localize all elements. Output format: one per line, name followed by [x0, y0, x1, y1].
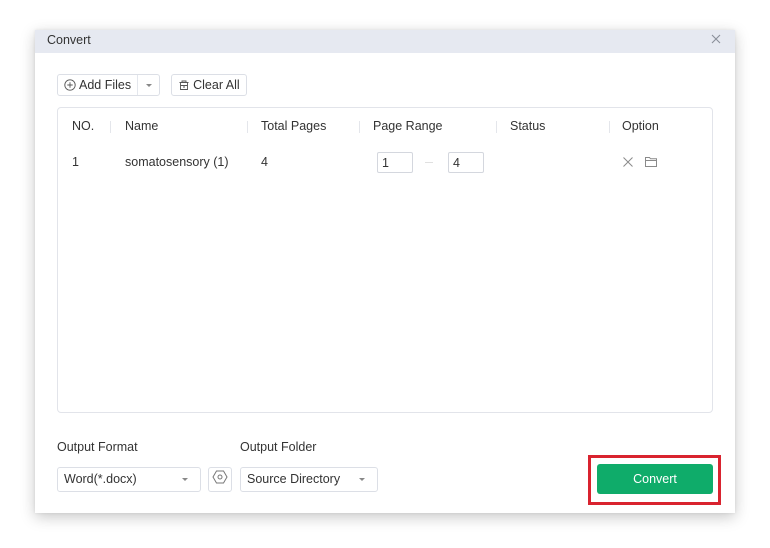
- column-header-name: Name: [125, 119, 159, 133]
- column-divider: [247, 121, 248, 133]
- output-format-label: Output Format: [57, 440, 138, 454]
- column-header-status: Status: [510, 119, 546, 133]
- table-row: 1 somatosensory (1) 4: [58, 146, 712, 178]
- add-files-group: Add Files: [57, 74, 161, 96]
- plus-circle-icon: [64, 79, 76, 91]
- output-format-value: Word(*.docx): [64, 472, 137, 486]
- column-divider: [609, 121, 610, 133]
- column-divider: [496, 121, 497, 133]
- column-header-total-pages: Total Pages: [261, 119, 327, 133]
- file-name: somatosensory (1): [125, 155, 229, 169]
- file-table: NO. Name Total Pages Page Range Status O…: [57, 107, 713, 413]
- settings-icon: [212, 469, 228, 490]
- dialog-title: Convert: [47, 33, 91, 47]
- remove-icon[interactable]: [621, 155, 635, 169]
- output-format-select[interactable]: Word(*.docx): [57, 467, 201, 492]
- column-header-option: Option: [622, 119, 659, 133]
- output-folder-select[interactable]: Source Directory: [240, 467, 378, 492]
- folder-icon[interactable]: [644, 155, 658, 169]
- add-files-label: Add Files: [79, 78, 132, 92]
- output-folder-value: Source Directory: [247, 472, 341, 486]
- add-files-dropdown[interactable]: [137, 75, 159, 95]
- clear-all-button[interactable]: Clear All: [172, 75, 246, 95]
- range-separator: [425, 162, 433, 163]
- page-range-from-input[interactable]: [377, 152, 413, 173]
- toolbar: Add Files Clear All: [57, 74, 247, 96]
- convert-dialog: Convert Add Files Clear All NO. Name Tot…: [35, 30, 735, 513]
- column-divider: [110, 121, 111, 133]
- column-header-no: NO.: [72, 119, 95, 133]
- column-header-page-range: Page Range: [373, 119, 443, 133]
- clear-all-group: Clear All: [171, 74, 247, 96]
- total-pages: 4: [261, 155, 268, 169]
- trash-icon: [178, 79, 190, 91]
- clear-all-label: Clear All: [193, 78, 240, 92]
- close-icon[interactable]: [709, 32, 723, 46]
- chevron-down-icon: [359, 478, 365, 481]
- convert-button[interactable]: Convert: [597, 464, 713, 494]
- chevron-down-icon: [182, 478, 188, 481]
- output-folder-label: Output Folder: [240, 440, 317, 454]
- page-range-to-input[interactable]: [448, 152, 484, 173]
- add-files-button[interactable]: Add Files: [58, 75, 137, 95]
- chevron-down-icon: [145, 83, 152, 87]
- row-number: 1: [72, 155, 79, 169]
- table-header: NO. Name Total Pages Page Range Status O…: [58, 110, 712, 142]
- format-settings-button[interactable]: [208, 467, 232, 492]
- dialog-titlebar: Convert: [35, 30, 735, 53]
- column-divider: [359, 121, 360, 133]
